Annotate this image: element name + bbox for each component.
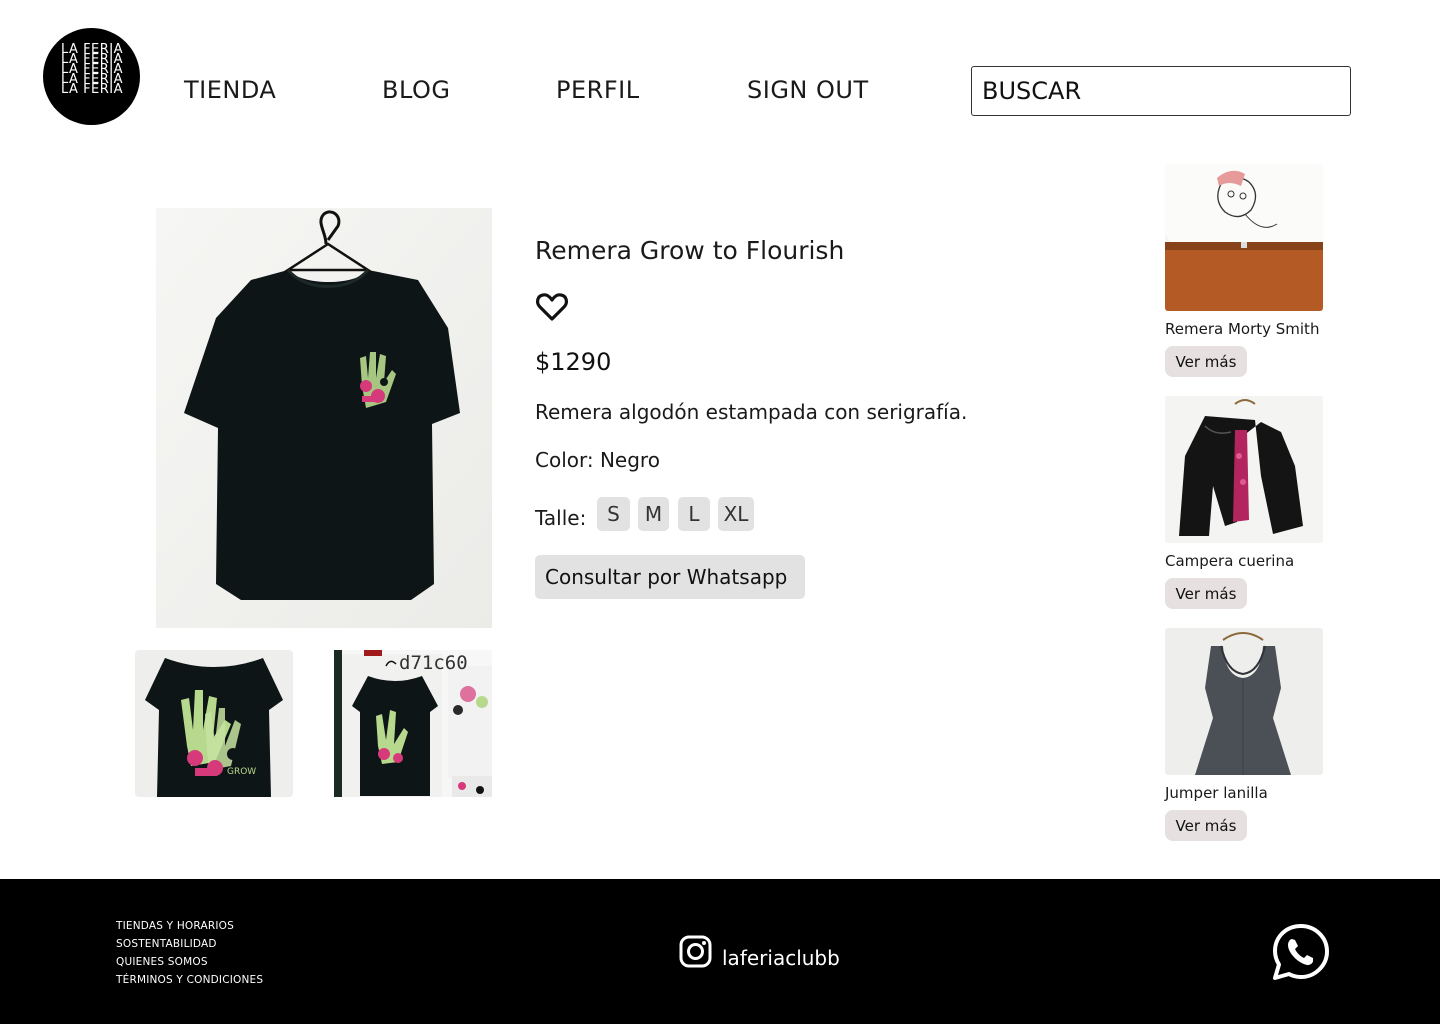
related-item-name: Remera Morty Smith (1165, 320, 1320, 338)
product-color: Color: Negro (535, 448, 660, 472)
thumbnail-caption: d71c60 (399, 652, 468, 674)
instagram-handle-link[interactable]: laferiaclubb (722, 946, 840, 970)
product-main-image[interactable] (156, 208, 492, 628)
svg-text:GROW: GROW (227, 767, 256, 777)
heart-icon[interactable] (535, 290, 569, 324)
product-title: Remera Grow to Flourish (535, 236, 845, 265)
related-item-image[interactable] (1165, 164, 1323, 311)
footer-link-stores[interactable]: TIENDAS Y HORARIOS (116, 920, 234, 932)
footer-link-sustainability[interactable]: SOSTENTABILIDAD (116, 938, 217, 950)
size-button-xl[interactable]: XL (718, 497, 754, 531)
size-button-m[interactable]: M (638, 497, 669, 531)
product-thumbnail-1[interactable]: GROW (135, 650, 293, 797)
related-item-name: Campera cuerina (1165, 552, 1295, 570)
nav-tienda[interactable]: TIENDA (184, 76, 276, 104)
nav-blog[interactable]: BLOG (382, 76, 450, 104)
size-label: Talle: (535, 506, 587, 530)
brand-logo[interactable]: LA FERIA LA FERIA LA FERIA LA FERIA LA F… (43, 28, 140, 125)
tshirt-thumbnail-photo: GROW (135, 650, 293, 797)
leather-jacket-photo (1165, 396, 1323, 543)
whatsapp-inquiry-button[interactable]: Consultar por Whatsapp (535, 555, 805, 599)
footer-link-terms[interactable]: TÉRMINOS Y CONDICIONES (116, 974, 263, 986)
product-price: $1290 (535, 348, 612, 376)
tshirt-photo (156, 208, 492, 628)
footer-link-about[interactable]: QUIENES SOMOS (116, 956, 208, 968)
whatsapp-icon[interactable] (1272, 923, 1330, 981)
nav-perfil[interactable]: PERFIL (556, 76, 640, 104)
footer (0, 879, 1440, 1024)
search-input[interactable] (971, 66, 1351, 116)
related-item-name: Jumper lanilla (1165, 784, 1268, 802)
related-item-image[interactable] (1165, 396, 1323, 543)
logo-wordmark: LA FERIA LA FERIA LA FERIA LA FERIA LA F… (61, 43, 125, 97)
related-item-view-button[interactable]: Ver más (1165, 578, 1247, 609)
instagram-icon[interactable] (679, 935, 712, 968)
logo-line: LA FERIA (61, 82, 124, 97)
white-tee-photo (1165, 164, 1323, 311)
nav-sign-out[interactable]: SIGN OUT (747, 76, 869, 104)
size-button-s[interactable]: S (597, 497, 630, 531)
related-item-view-button[interactable]: Ver más (1165, 346, 1247, 377)
related-item-view-button[interactable]: Ver más (1165, 810, 1247, 841)
related-item-image[interactable] (1165, 628, 1323, 775)
jumper-dress-photo (1165, 628, 1323, 775)
product-description: Remera algodón estampada con serigrafía. (535, 400, 968, 424)
size-button-l[interactable]: L (678, 497, 710, 531)
